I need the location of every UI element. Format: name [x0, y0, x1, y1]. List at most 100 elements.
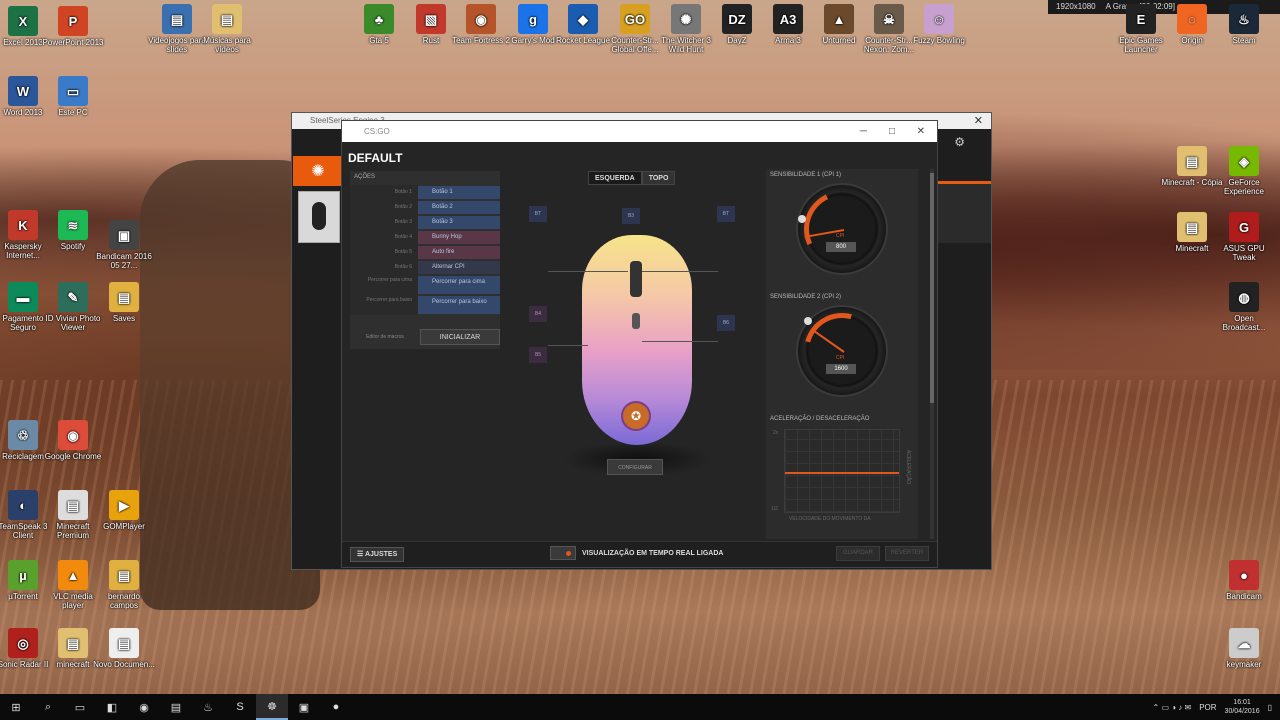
desktop-icon[interactable]: ◉ Google Chrome	[42, 420, 104, 461]
gauge-knob[interactable]	[798, 215, 806, 223]
desktop-icon[interactable]: ▭ Este PC	[42, 76, 104, 117]
taskbar-item[interactable]: ⌕	[32, 694, 64, 720]
desktop-icon-label: Steam	[1232, 36, 1256, 45]
cpi2-value[interactable]: 1600	[826, 364, 856, 374]
cpi1-value[interactable]: 800	[826, 242, 856, 252]
live-preview: VISUALIZAÇÃO EM TEMPO REAL LIGADA	[550, 546, 723, 560]
csgo-logo-icon: ✪	[621, 401, 651, 431]
taskbar-item[interactable]: ☸	[256, 694, 288, 720]
notifications-icon[interactable]: ▯	[1268, 703, 1272, 712]
action-assignment[interactable]: Bunny Hop	[418, 231, 500, 244]
button-1-label[interactable]: BT	[529, 206, 547, 222]
action-assignment[interactable]: Percorrer para cima	[418, 276, 500, 294]
action-row[interactable]: Botão 5 Auto fire	[350, 245, 500, 260]
save-button[interactable]: GUARDAR	[836, 546, 880, 561]
taskbar-item[interactable]: ♨	[192, 694, 224, 720]
desktop-icon-label: Saves	[112, 314, 136, 323]
desktop-icon[interactable]: ◍ Open Broadcast...	[1213, 282, 1275, 332]
desktop-icon[interactable]: ● Bandicam	[1213, 560, 1275, 601]
action-row[interactable]: Percorrer para cima Percorrer para cima	[350, 275, 500, 295]
desktop-icon[interactable]: G ASUS GPU Tweak	[1213, 212, 1275, 262]
tray-icons[interactable]: ⌃ ▭ ◑ ♪ ✉	[1153, 703, 1192, 712]
revert-button[interactable]: REVERTER	[885, 546, 929, 561]
action-assignment[interactable]: Botão 1	[418, 186, 500, 199]
action-row[interactable]: Percorrer para baixo Percorrer para baixo	[350, 295, 500, 315]
action-row[interactable]: Botão 3 Botão 3	[350, 215, 500, 230]
button-6-label[interactable]: B6	[717, 315, 735, 331]
desktop-icon[interactable]: P PowerPoint 2013	[42, 6, 104, 47]
desktop-icon[interactable]: ▤ Novo Documen...	[93, 628, 155, 669]
button-4-label[interactable]: B4	[529, 306, 547, 322]
taskbar-item[interactable]: ●	[320, 694, 352, 720]
device-tile[interactable]	[938, 181, 991, 243]
action-row[interactable]: Botão 6 Alternar CPI	[350, 260, 500, 275]
tab-left[interactable]: ESQUERDA	[588, 171, 642, 185]
desktop-icon[interactable]: ◈ GeForce Experience	[1213, 146, 1275, 196]
acceleration-header: ACELERAÇÃO / DESACELERAÇÃO	[770, 416, 870, 422]
taskbar-item[interactable]: ⊞	[0, 694, 32, 720]
acceleration-graph[interactable]: 2x 1/2 ACELERAÇÃO VELOCIDADE DO MOVIMENT…	[771, 429, 911, 522]
button-2-label[interactable]: BT	[717, 206, 735, 222]
cpi-button[interactable]	[632, 313, 640, 329]
action-assignment[interactable]: Botão 2	[418, 201, 500, 214]
cpi2-gauge[interactable]: CPI 1600	[790, 299, 894, 403]
taskbar-item[interactable]: S	[224, 694, 256, 720]
language-indicator[interactable]: POR	[1199, 703, 1216, 712]
csgo-config-window[interactable]: CS:GO ─ □ ✕ DEFAULT AÇÕES Botão 1 Botão 1…	[341, 120, 938, 568]
action-row[interactable]: Botão 2 Botão 2	[350, 200, 500, 215]
action-button-label: Botão 6	[350, 260, 418, 275]
desktop-icon[interactable]: ▤ Saves	[93, 282, 155, 323]
button-5-label[interactable]: B5	[529, 347, 547, 363]
tab-top[interactable]: TOPO	[641, 171, 676, 185]
app-icon: E	[1126, 4, 1156, 34]
taskbar-item[interactable]: ▭	[64, 694, 96, 720]
live-preview-toggle[interactable]	[550, 546, 576, 560]
app-icon: ▤	[1177, 146, 1207, 176]
desktop-icon[interactable]: ▤ Músicas para vídeos	[196, 4, 258, 54]
action-assignment[interactable]: Percorrer para baixo	[418, 296, 500, 314]
mouse-preview: ✪ BT BT B3 B4 B5 B6	[502, 191, 762, 501]
recording-resolution: 1920x1080	[1056, 2, 1096, 11]
cpi1-gauge[interactable]: CPI 800	[793, 180, 891, 278]
app-icon: ✎	[58, 282, 88, 312]
maximize-icon[interactable]: □	[889, 121, 895, 142]
view-tabs: ESQUERDA TOPO	[588, 171, 676, 185]
desktop-icon[interactable]: ▤ bernardo campos	[93, 560, 155, 610]
taskbar-item[interactable]: ▣	[288, 694, 320, 720]
desktop-icon-label: Músicas para vídeos	[203, 36, 251, 54]
close-icon[interactable]: ✕	[974, 113, 983, 129]
live-preview-label: VISUALIZAÇÃO EM TEMPO REAL LIGADA	[582, 549, 724, 557]
clock[interactable]: 16:01 30/04/2016	[1225, 698, 1260, 716]
desktop-icon[interactable]: ☺ Fuzzy Bowling	[908, 4, 970, 45]
device-mouse-tile[interactable]	[298, 191, 340, 243]
desktop-icon[interactable]: ♨ Steam	[1213, 4, 1275, 45]
initialize-button[interactable]: INICIALIZAR	[420, 329, 500, 345]
scroll-wheel[interactable]	[630, 261, 642, 297]
app-icon: ▬	[8, 282, 38, 312]
configure-button[interactable]: CONFIGURAR	[607, 459, 663, 475]
app-icon: ☁	[1229, 628, 1259, 658]
settings-button[interactable]: ☰ AJUSTES	[350, 547, 405, 562]
desktop-icon[interactable]: ☁ keymaker	[1213, 628, 1275, 669]
action-row[interactable]: Botão 1 Botão 1	[350, 185, 500, 200]
action-assignment[interactable]: Alternar CPI	[418, 261, 500, 274]
action-row[interactable]: Botão 4 Bunny Hop	[350, 230, 500, 245]
taskbar-item[interactable]: ◧	[96, 694, 128, 720]
desktop-icon[interactable]: ▣ Bandicam 2016 05 27...	[93, 220, 155, 270]
desktop-icon[interactable]: ▶ GOMPlayer	[93, 490, 155, 531]
button-3-label[interactable]: B3	[622, 208, 640, 224]
action-assignment[interactable]: Auto fire	[418, 246, 500, 259]
acceleration-curve[interactable]	[785, 472, 899, 474]
settings-scrollbar[interactable]	[930, 169, 934, 539]
action-button-label: Percorrer para baixo	[350, 295, 418, 315]
taskbar-item[interactable]: ◉	[128, 694, 160, 720]
gauge-knob[interactable]	[804, 317, 812, 325]
minimize-icon[interactable]: ─	[860, 121, 867, 142]
macro-editor-button[interactable]: Editor de macros	[350, 329, 420, 345]
close-icon[interactable]: ✕	[917, 121, 925, 142]
window-titlebar[interactable]: CS:GO ─ □ ✕	[342, 121, 937, 142]
steelseries-logo-icon[interactable]: ✺	[293, 156, 343, 186]
taskbar-item[interactable]: ▤	[160, 694, 192, 720]
gear-icon[interactable]: ⚙	[954, 135, 965, 149]
action-assignment[interactable]: Botão 3	[418, 216, 500, 229]
